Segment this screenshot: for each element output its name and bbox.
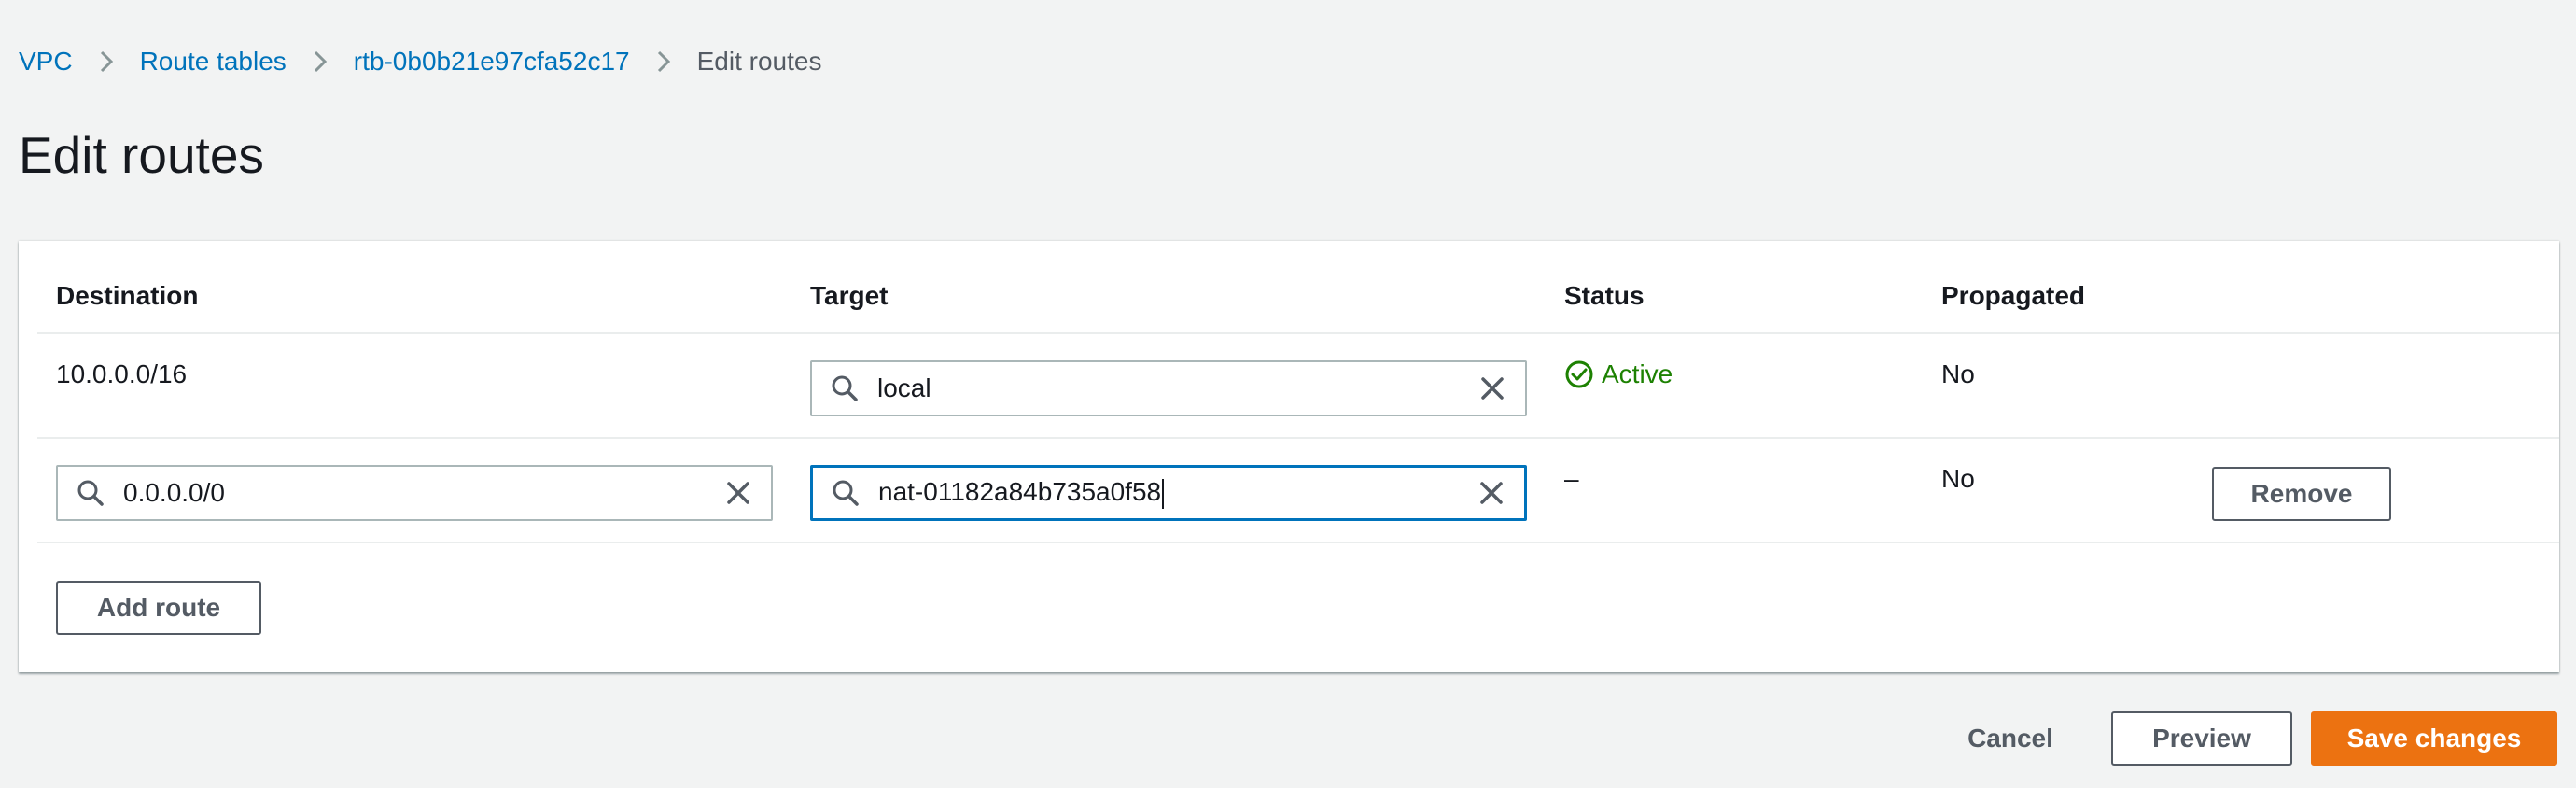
search-icon [813,468,878,518]
target-input-value: local [877,373,931,402]
table-header-row: Destination Target Status Propagated [37,241,2559,334]
clear-icon[interactable] [1460,362,1525,415]
search-icon [58,467,123,519]
save-changes-button[interactable]: Save changes [2311,711,2557,766]
destination-value: 10.0.0.0/16 [56,359,188,388]
status-text: Active [1602,359,1673,388]
breadcrumb-link-route-tables[interactable]: Route tables [140,41,287,82]
breadcrumb: VPC Route tables rtb-0b0b21e97cfa52c17 E… [19,41,821,82]
target-input-value: nat-01182a84b735a0f58 [878,477,1162,507]
column-header-destination: Destination [56,281,199,310]
preview-button[interactable]: Preview [2111,711,2292,766]
target-input[interactable]: local [810,360,1527,416]
check-circle-icon [1565,360,1593,388]
propagated-value: No [1941,359,1975,388]
remove-button[interactable]: Remove [2212,467,2391,521]
status-badge: Active [1564,359,1673,390]
table-row: 0.0.0.0/0 nat-01182a84b735a0f58 – No Rem… [37,439,2559,543]
chevron-right-icon [630,41,697,82]
chevron-right-icon [73,41,140,82]
clear-icon[interactable] [706,467,771,519]
column-header-status: Status [1564,281,1645,310]
page-title: Edit routes [19,126,264,184]
clear-icon[interactable] [1459,468,1524,518]
breadcrumb-link-vpc[interactable]: VPC [19,41,73,82]
breadcrumb-link-route-table-id[interactable]: rtb-0b0b21e97cfa52c17 [354,41,630,82]
status-value: – [1564,464,1579,493]
destination-input-value: 0.0.0.0/0 [123,478,225,507]
search-icon [812,362,877,415]
column-header-propagated: Propagated [1941,281,2086,310]
destination-input[interactable]: 0.0.0.0/0 [56,465,773,521]
target-input-value-wrapper: nat-01182a84b735a0f58 [878,477,1459,509]
table-row: 10.0.0.0/16 local Active No [37,334,2559,439]
chevron-right-icon [287,41,354,82]
text-caret [1162,478,1165,509]
target-input[interactable]: nat-01182a84b735a0f58 [810,465,1527,521]
cancel-button[interactable]: Cancel [1947,711,2074,766]
propagated-value: No [1941,464,1975,493]
routes-table-card: Destination Target Status Propagated 10.… [19,241,2559,672]
column-header-target: Target [810,281,889,310]
breadcrumb-current: Edit routes [696,47,822,76]
add-route-button[interactable]: Add route [56,581,261,635]
